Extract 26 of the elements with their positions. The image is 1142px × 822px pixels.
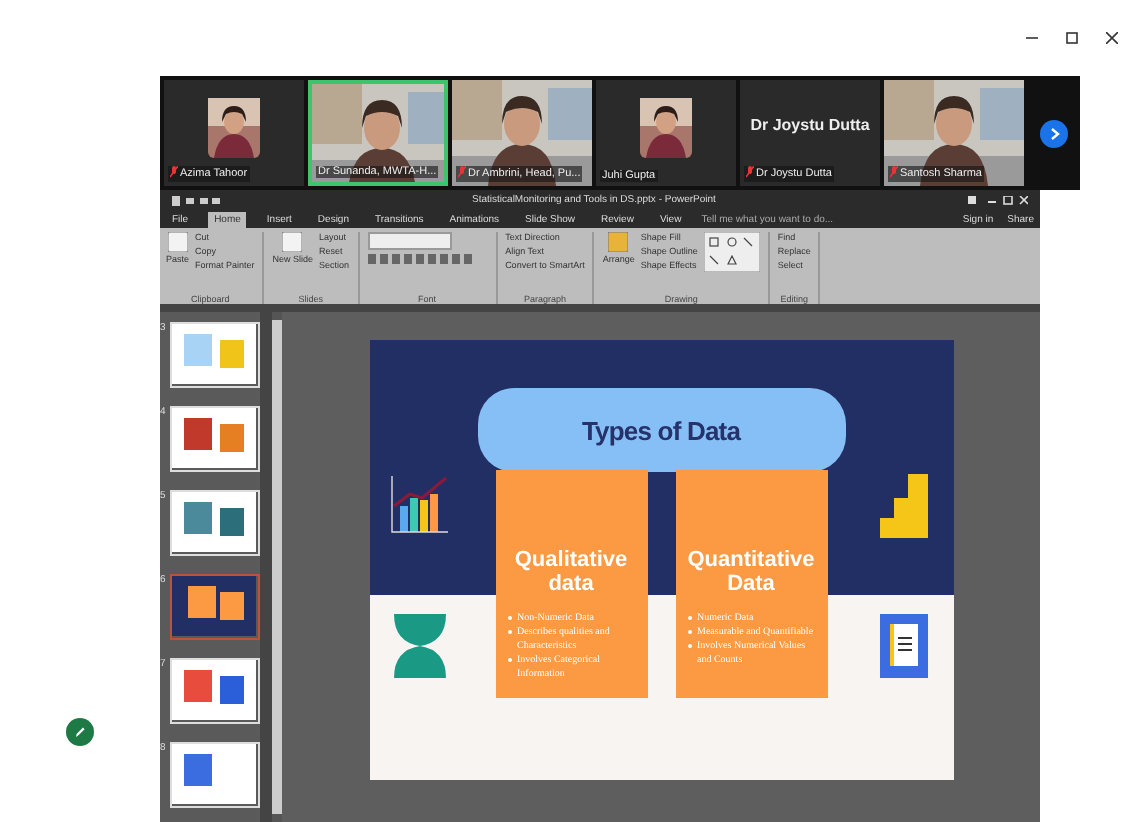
close-icon[interactable] <box>1106 32 1118 44</box>
muted-mic-icon <box>458 166 466 178</box>
chevron-right-icon <box>1049 127 1059 139</box>
muted-mic-icon <box>746 166 754 178</box>
font-name-field[interactable] <box>367 232 452 250</box>
notepad-icon <box>879 614 927 678</box>
minimize-icon[interactable] <box>1026 32 1038 44</box>
slide-thumbnail[interactable] <box>169 574 260 640</box>
muted-mic-icon <box>890 166 898 178</box>
muted-mic-icon <box>170 166 178 178</box>
card-heading: Quantitative Data <box>685 550 817 597</box>
maximize-icon[interactable] <box>1066 32 1078 44</box>
quick-access-icon[interactable] <box>172 195 220 205</box>
ribbon-icon <box>282 232 303 252</box>
pen-icon[interactable] <box>66 718 94 746</box>
ribbon-icon <box>167 232 188 252</box>
bar-chart-icon <box>389 474 449 534</box>
shapes-gallery-icon[interactable] <box>703 232 760 272</box>
next-button[interactable] <box>1040 119 1068 147</box>
stairs-icon <box>879 474 927 538</box>
participant-name-display: Dr Joystu Dutta <box>750 116 870 134</box>
card-heading: Qualitative data <box>512 550 630 597</box>
ribbon-icon <box>608 232 629 252</box>
window-controls-icon[interactable] <box>968 195 1028 205</box>
slide-title: Types of Data <box>477 388 845 472</box>
hourglass-icon <box>393 614 445 678</box>
